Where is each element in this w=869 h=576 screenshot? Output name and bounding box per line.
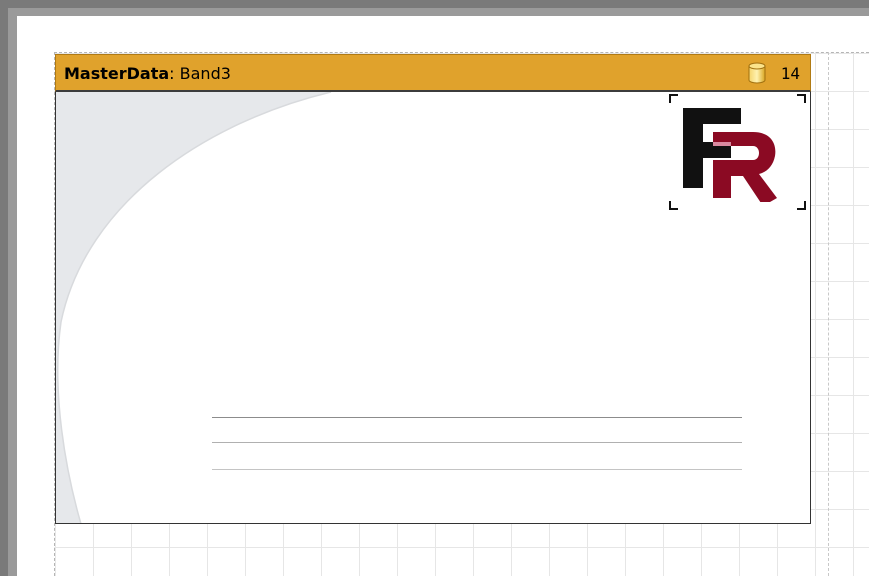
band-type-label: MasterData	[64, 64, 170, 83]
band-body[interactable]	[55, 92, 811, 524]
band-header[interactable]: MasterData: Band3 14	[55, 54, 811, 92]
database-icon[interactable]	[748, 62, 766, 84]
text-line-2[interactable]	[212, 442, 742, 443]
designer-frame-left	[0, 0, 8, 576]
band-record-count: 14	[780, 64, 800, 83]
band-name: Band3	[179, 64, 231, 83]
band-title: MasterData: Band3	[64, 64, 231, 83]
page-margin-right	[828, 52, 829, 576]
selection-handle-top-left[interactable]	[669, 94, 678, 103]
selection-handle-bottom-right[interactable]	[797, 201, 806, 210]
text-line-1[interactable]	[212, 417, 742, 418]
selection-handle-bottom-left[interactable]	[669, 201, 678, 210]
fastreport-logo	[683, 108, 777, 202]
text-line-3[interactable]	[212, 469, 742, 470]
designer-frame-top	[0, 0, 869, 8]
ruler-top	[8, 8, 869, 16]
picture-object[interactable]	[669, 94, 806, 210]
masterdata-band[interactable]: MasterData: Band3 14	[55, 54, 811, 524]
ruler-left	[8, 8, 17, 576]
selection-handle-top-right[interactable]	[797, 94, 806, 103]
band-title-separator: :	[169, 64, 180, 83]
